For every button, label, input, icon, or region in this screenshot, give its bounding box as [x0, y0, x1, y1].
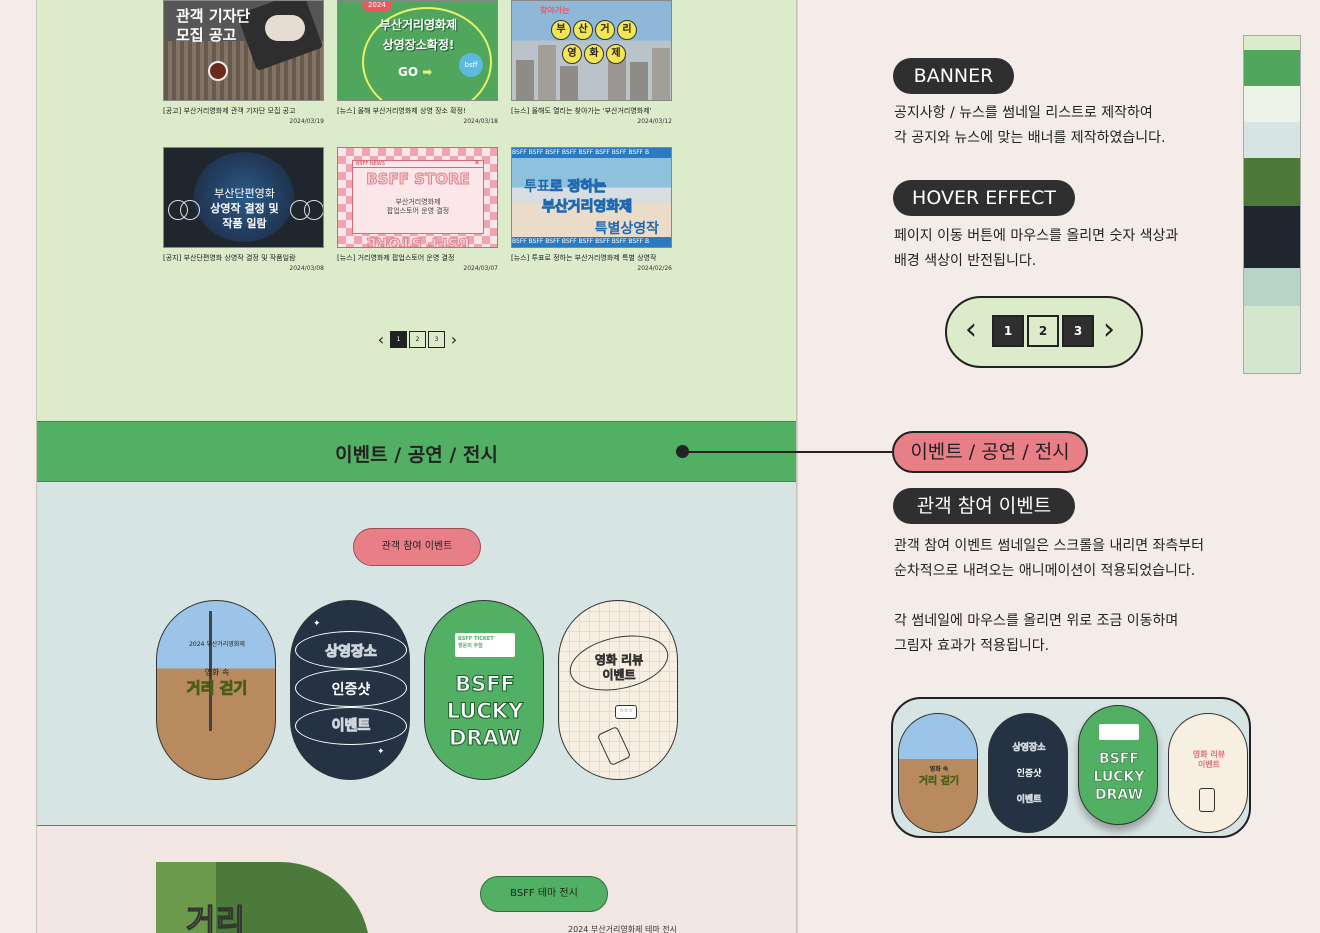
event-tag: 이벤트 / 공연 / 전시 [892, 431, 1088, 473]
star-bubble-icon: ☆☆☆ [615, 705, 637, 719]
audience-description: 관객 참여 이벤트 썸네일은 스크롤을 내리면 좌측부터 순차적으로 내려오는 … [894, 538, 1205, 654]
hover-effect-tag: HOVER EFFECT [893, 180, 1075, 216]
card-title: 영화 리뷰 이벤트 [594, 653, 644, 683]
phone-icon [1199, 788, 1215, 812]
news-title[interactable]: [뉴스] 거리영화제 팝업스토어 운영 결정 [337, 253, 498, 263]
news-date: 2024/03/08 [289, 265, 324, 272]
theme-caption: 2024 부산거리영화제 테마 전시 [568, 925, 677, 933]
news-card[interactable]: 부산단편영화 상영작 결정 및 작품 일람 [공지] 부산단편영화 상영작 결정… [163, 147, 324, 272]
news-thumbnail[interactable]: BSFF NEWS ✕ BSFF STORE 부산거리영화제 팝업스토어 운영 … [337, 147, 498, 248]
news-date: 2024/02/26 [637, 265, 672, 272]
banner-description: 공지사항 / 뉴스를 썸네일 리스트로 제작하여 각 공지와 뉴스에 맞는 배너… [894, 105, 1166, 146]
theme-section: 거리 BSFF 테마 전시 2024 부산거리영화제 테마 전시 [37, 826, 796, 933]
news-thumbnail[interactable]: 2024 부산거리영화제 상영장소확정! GO ➡ bsff [337, 0, 498, 101]
go-label: GO ➡ [398, 65, 433, 79]
thumbnail-line: 투표로 정하는 [524, 179, 607, 196]
ticket-icon [1099, 724, 1139, 740]
news-title[interactable]: [뉴스] 올해 부산거리영화제 상영 장소 확정! [337, 106, 498, 116]
thumbnail-text: 부산단편영화 상영작 결정 및 작품 일람 [210, 187, 279, 230]
theme-pill: BSFF 테마 전시 [480, 876, 608, 912]
page-button-2[interactable]: 2 [1027, 315, 1059, 347]
full-page-preview [1243, 35, 1301, 374]
bsff-strip: BSFF BSFF BSFF BSFF BSFF BSFF BSFF BSFF … [512, 237, 671, 247]
thumbnail-line: 특별상영작 [594, 221, 659, 237]
audience-event-pill: 관객 참여 이벤트 [353, 528, 481, 566]
news-card[interactable]: 찾아가는 부산거리 영화제 [뉴스] 올해도 열리는 찾아가는 '부산거리영화제… [511, 0, 672, 125]
card-text: 상영장소 [325, 644, 378, 661]
page-button-1[interactable]: 1 [992, 315, 1024, 347]
news-title[interactable]: [공지] 부산단편영화 상영작 결정 및 작품일람 [163, 253, 324, 263]
card-title: 거리 걷기 [186, 679, 248, 698]
sparkle-icon: ✦ [313, 619, 321, 629]
news-section: 관객 기자단 모집 공고 [공고] 부산거리영화제 관객 기자단 모집 공고 2… [37, 0, 796, 421]
audience-event-tag: 관객 참여 이벤트 [893, 488, 1075, 524]
thumbnail-text: 부산거리영화제 상영장소확정! [379, 18, 458, 52]
thumbnail-text: 부산거리영화제 팝업스토어 운영 결정 [386, 198, 450, 215]
event-card-review[interactable]: 영화 리뷰 이벤트 [1168, 713, 1248, 833]
page-button-3[interactable]: 3 [428, 331, 445, 348]
connector-line [682, 451, 892, 453]
news-thumbnail[interactable]: 관객 기자단 모집 공고 [163, 0, 324, 101]
chevron-right-icon[interactable]: › [1103, 310, 1115, 350]
hover-description: 페이지 이동 버튼에 마우스를 올리면 숫자 색상과 배경 색상이 반전됩니다. [894, 228, 1179, 269]
event-card-shot[interactable]: 상영장소 인증샷 이벤트 [988, 713, 1068, 833]
thumbnail-text: 관객 기자단 모집 공고 [176, 7, 251, 44]
news-date: 2024/03/19 [289, 118, 324, 125]
thumbnail-line: 부산거리영화제 [541, 199, 633, 216]
news-title[interactable]: [공고] 부산거리영화제 관객 기자단 모집 공고 [163, 106, 324, 116]
event-card-street-walk[interactable]: 영화 속 거리 걷기 [898, 713, 978, 833]
card-subtitle: 2024 부산거리영화제 [189, 641, 245, 648]
event-card-review[interactable]: 영화 리뷰 이벤트 ☆☆☆ [558, 600, 678, 780]
page-button-3[interactable]: 3 [1062, 315, 1094, 347]
news-date: 2024/03/12 [637, 118, 672, 125]
theme-image[interactable]: 거리 [156, 862, 370, 933]
chevron-right-icon[interactable]: › [447, 331, 461, 348]
bsff-logo: bsff [459, 53, 483, 77]
theme-image-text: 거리 [186, 902, 246, 933]
ticket-icon: BSFF TICKET 행운의 추첨 [455, 633, 515, 657]
close-icon: ✕ [474, 159, 480, 167]
website-mockup: 관객 기자단 모집 공고 [공고] 부산거리영화제 관객 기자단 모집 공고 2… [36, 0, 797, 933]
chevron-left-icon[interactable]: ‹ [965, 310, 977, 350]
news-thumbnail[interactable]: 찾아가는 부산거리 영화제 [511, 0, 672, 101]
thumbnail-subtitle: 찾아가는 [540, 6, 570, 15]
event-card-street-walk[interactable]: 2024 부산거리영화제 영화 속 거리 걷기 [156, 600, 276, 780]
hover-thumbnail-demo: 영화 속 거리 걷기 상영장소 인증샷 이벤트 BSFF LUCKY DRAW … [891, 697, 1251, 838]
event-card-lucky-draw[interactable]: BSFF TICKET 행운의 추첨 BSFF LUCKY DRAW [424, 600, 544, 780]
news-date: 2024/03/07 [463, 265, 498, 272]
pagination: ‹ 1 2 3 › [374, 331, 461, 348]
arrow-right-icon: ➡ [422, 65, 433, 79]
card-text: 이벤트 [331, 718, 371, 735]
event-card-lucky-draw[interactable]: BSFF LUCKY DRAW [1078, 705, 1158, 825]
title-circles: 부산거리 영화제 [550, 17, 650, 65]
thumbnail-big-text: BSFF STORE [366, 170, 471, 189]
event-card-shot[interactable]: 상영장소 인증샷 이벤트 ✦ ✦ [290, 600, 410, 780]
chevron-left-icon[interactable]: ‹ [374, 331, 388, 348]
hover-pagination-demo: ‹ 1 2 3 › [945, 296, 1143, 368]
news-card[interactable]: 관객 기자단 모집 공고 [공고] 부산거리영화제 관객 기자단 모집 공고 2… [163, 0, 324, 125]
event-section: 관객 참여 이벤트 2024 부산거리영화제 영화 속 거리 걷기 상영장소 인… [37, 482, 796, 826]
news-card[interactable]: BSFF BSFF BSFF BSFF BSFF BSFF BSFF BSFF … [511, 147, 672, 272]
connector-dot [676, 445, 689, 458]
news-thumbnail[interactable]: BSFF BSFF BSFF BSFF BSFF BSFF BSFF BSFF … [511, 147, 672, 248]
banner-tag: BANNER [893, 58, 1014, 94]
page-button-1[interactable]: 1 [390, 331, 407, 348]
news-date: 2024/03/18 [463, 118, 498, 125]
news-title[interactable]: [뉴스] 올해도 열리는 찾아가는 '부산거리영화제' [511, 106, 672, 116]
window-bar: BSFF NEWS [352, 160, 484, 168]
thumbnail-mirror-text: BSFF STORE [366, 234, 471, 248]
sparkle-icon: ✦ [377, 747, 385, 757]
page-button-2[interactable]: 2 [409, 331, 426, 348]
year-badge: 2024 [362, 1, 392, 11]
news-title[interactable]: [뉴스] 투표로 정하는 부산거리영화제 특별 상영작 [511, 253, 672, 263]
news-card[interactable]: BSFF NEWS ✕ BSFF STORE 부산거리영화제 팝업스토어 운영 … [337, 147, 498, 272]
bsff-strip: BSFF BSFF BSFF BSFF BSFF BSFF BSFF BSFF … [512, 148, 671, 158]
card-title: BSFF LUCKY DRAW [446, 672, 524, 751]
news-thumbnail[interactable]: 부산단편영화 상영작 결정 및 작품 일람 [163, 147, 324, 248]
phone-icon [596, 725, 632, 767]
news-card[interactable]: 2024 부산거리영화제 상영장소확정! GO ➡ bsff [뉴스] 올해 부… [337, 0, 498, 125]
card-title: 인증샷 [331, 682, 371, 698]
